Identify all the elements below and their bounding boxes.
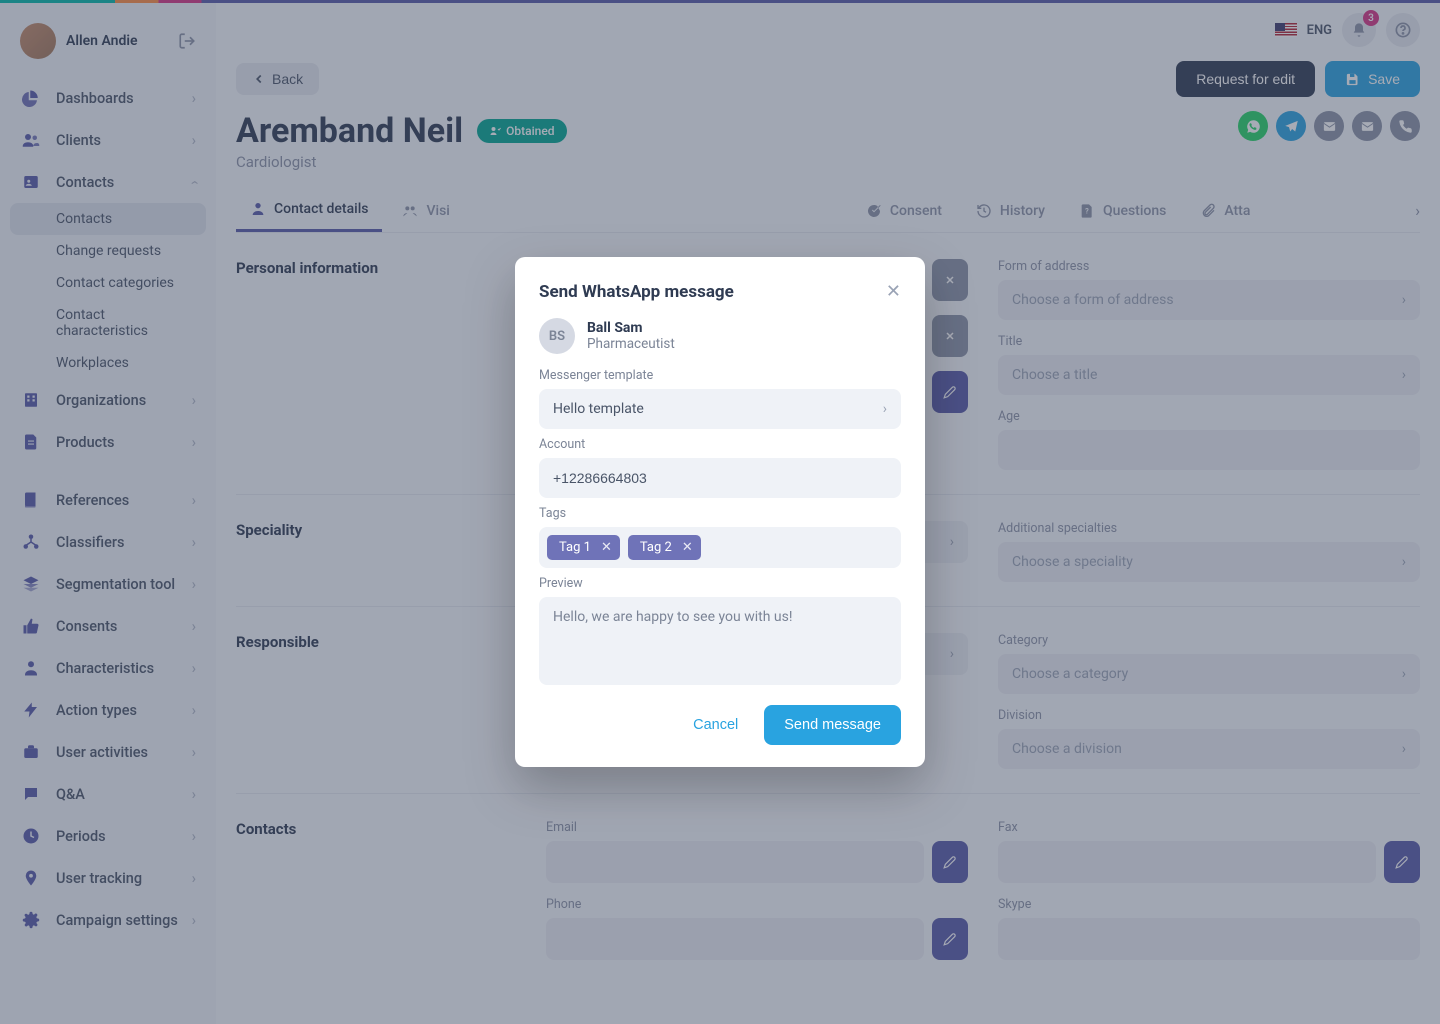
- modal-overlay[interactable]: Send WhatsApp message ✕ BS Ball Sam Phar…: [0, 0, 1440, 1024]
- send-whatsapp-modal: Send WhatsApp message ✕ BS Ball Sam Phar…: [515, 257, 925, 767]
- tag-remove-icon[interactable]: ✕: [601, 540, 612, 555]
- template-label: Messenger template: [539, 368, 901, 383]
- template-select[interactable]: Hello template ›: [539, 389, 901, 429]
- send-message-button[interactable]: Send message: [764, 705, 901, 745]
- tag-remove-icon[interactable]: ✕: [682, 540, 693, 555]
- tag-chip: Tag 2✕: [628, 535, 701, 560]
- cancel-button[interactable]: Cancel: [675, 705, 756, 745]
- modal-user-role: Pharmaceutist: [587, 336, 675, 352]
- tags-box[interactable]: Tag 1✕ Tag 2✕: [539, 527, 901, 568]
- tag-chip: Tag 1✕: [547, 535, 620, 560]
- account-label: Account: [539, 437, 901, 452]
- preview-label: Preview: [539, 576, 901, 591]
- account-input[interactable]: [539, 458, 901, 498]
- modal-user-avatar: BS: [539, 318, 575, 354]
- tags-label: Tags: [539, 506, 901, 521]
- modal-user-name: Ball Sam: [587, 320, 675, 336]
- close-icon[interactable]: ✕: [886, 281, 901, 302]
- preview-text: Hello, we are happy to see you with us!: [539, 597, 901, 685]
- modal-title: Send WhatsApp message: [539, 282, 734, 302]
- template-value: Hello template: [553, 401, 644, 417]
